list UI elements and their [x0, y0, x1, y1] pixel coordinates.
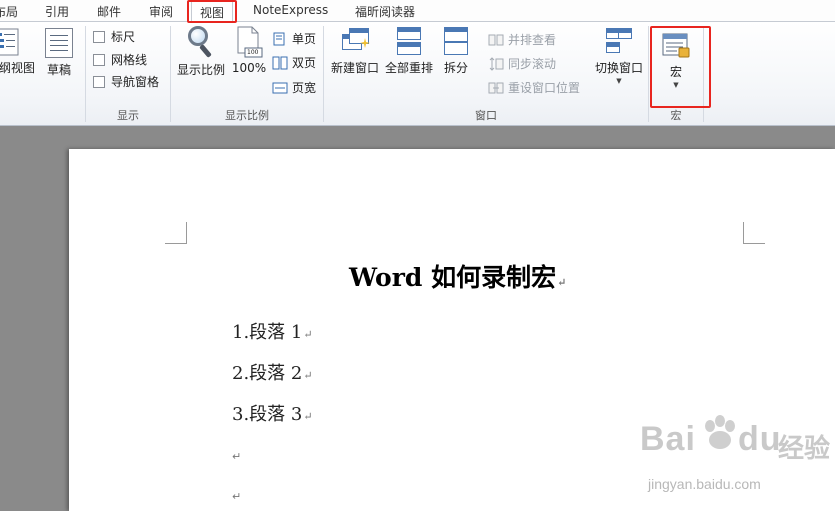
paragraph-text: 3.段落 3 — [232, 404, 303, 425]
tab-noteexpress[interactable]: NoteExpress — [253, 3, 328, 17]
tab-references[interactable]: 引用 — [45, 3, 69, 20]
split-label: 拆分 — [443, 61, 468, 75]
ruler-label: 标尺 — [111, 30, 136, 44]
page-width-label: 页宽 — [292, 81, 317, 95]
dropdown-arrow-icon: ▼ — [616, 77, 622, 85]
navigation-pane-label: 导航窗格 — [111, 75, 160, 89]
macro-icon — [661, 32, 691, 60]
arrange-all-label: 全部重排 — [384, 61, 433, 75]
split-icon — [441, 26, 471, 56]
ribbon: 纲视图 草稿 标尺 网格线 导航窗格 显示 显示比例 100 100% 单页 双… — [0, 22, 835, 126]
zoom-button[interactable]: 显示比例 — [176, 26, 226, 78]
page-width-icon — [272, 81, 288, 95]
navigation-pane-checkbox[interactable]: 导航窗格 — [93, 73, 159, 90]
switch-windows-label: 切换窗口 — [594, 61, 643, 75]
draft-view-button[interactable]: 草稿 — [44, 28, 74, 78]
outline-view-icon — [0, 28, 22, 56]
switch-windows-button[interactable]: 切换窗口 ▼ — [593, 26, 645, 85]
new-window-button[interactable]: 新建窗口 — [329, 26, 381, 76]
paragraph-mark: ↵ — [303, 369, 313, 382]
sync-scroll-label: 同步滚动 — [508, 57, 557, 71]
new-window-icon — [340, 26, 370, 56]
paragraph-2[interactable]: 2.段落 2↵ — [232, 359, 313, 385]
empty-paragraph-mark: ↵ — [232, 490, 242, 503]
percent-icon-text: 100 — [247, 49, 259, 56]
arrange-all-button[interactable]: 全部重排 — [383, 26, 435, 76]
paragraph-mark: ↵ — [557, 276, 567, 289]
zoom-100-button[interactable]: 100 100% — [231, 26, 267, 75]
side-by-side-icon — [488, 33, 504, 47]
reset-position-label: 重设窗口位置 — [508, 81, 581, 95]
gridlines-checkbox[interactable]: 网格线 — [93, 51, 147, 68]
paragraph-3[interactable]: 3.段落 3↵ — [232, 400, 313, 426]
tab-foxit-reader[interactable]: 福昕阅读器 — [355, 3, 415, 20]
paragraph-text: 1.段落 1 — [232, 322, 303, 343]
switch-windows-icon — [604, 26, 634, 56]
outline-view-button[interactable]: 纲视图 — [0, 28, 38, 76]
outline-view-label: 纲视图 — [0, 61, 35, 75]
paragraph-mark: ↵ — [303, 328, 313, 341]
checkbox-box — [93, 75, 105, 88]
paragraph-1[interactable]: 1.段落 1↵ — [232, 318, 313, 344]
magnifier-icon — [186, 26, 216, 58]
ruler-checkbox[interactable]: 标尺 — [93, 28, 135, 45]
reset-window-position-button[interactable]: 重设窗口位置 — [488, 79, 580, 96]
margin-corner-top-right — [743, 222, 765, 244]
checkbox-box — [93, 30, 105, 43]
two-pages-label: 双页 — [292, 56, 317, 70]
tab-view[interactable]: 视图 — [191, 0, 233, 23]
split-button[interactable]: 拆分 — [441, 26, 471, 76]
one-page-label: 单页 — [292, 32, 317, 46]
macros-button[interactable]: 宏 ▼ — [656, 32, 696, 89]
reset-position-icon — [488, 81, 504, 95]
new-window-label: 新建窗口 — [330, 61, 379, 75]
paragraph-text: 2.段落 2 — [232, 363, 303, 384]
macros-group-label: 宏 — [670, 109, 682, 122]
zoom-100-label: 100% — [231, 61, 267, 75]
sync-scroll-button[interactable]: 同步滚动 — [488, 55, 556, 72]
side-by-side-label: 并排查看 — [508, 33, 557, 47]
document-page[interactable] — [69, 149, 835, 511]
empty-paragraph-mark: ↵ — [232, 450, 242, 463]
document-title[interactable]: Word 如何录制宏↵ — [349, 258, 566, 294]
show-group-label: 显示 — [117, 109, 139, 122]
gridlines-label: 网格线 — [111, 53, 148, 67]
tab-review[interactable]: 审阅 — [149, 3, 173, 20]
tab-layout[interactable]: 布局 — [0, 3, 18, 20]
one-page-icon — [272, 32, 288, 46]
page-width-button[interactable]: 页宽 — [272, 79, 316, 96]
zoom-label: 显示比例 — [176, 63, 225, 77]
macros-label: 宏 — [669, 65, 682, 79]
paragraph-mark: ↵ — [303, 410, 313, 423]
ribbon-tabs: 布局 引用 邮件 审阅 视图 NoteExpress 福昕阅读器 — [0, 0, 835, 23]
separator — [703, 26, 704, 122]
checkbox-box — [93, 53, 105, 66]
tab-mailings[interactable]: 邮件 — [97, 3, 121, 20]
zoom-group-label: 显示比例 — [225, 109, 269, 122]
two-pages-icon — [272, 56, 288, 70]
sync-scroll-icon — [488, 56, 504, 71]
document-title-text: Word 如何录制宏 — [349, 263, 557, 292]
two-pages-button[interactable]: 双页 — [272, 54, 316, 71]
margin-corner-top-left — [165, 222, 187, 244]
dropdown-arrow-icon: ▼ — [673, 81, 679, 89]
page-100-icon: 100 — [235, 26, 263, 58]
arrange-all-icon — [394, 26, 424, 56]
side-by-side-button[interactable]: 并排查看 — [488, 31, 556, 48]
draft-view-label: 草稿 — [46, 63, 71, 77]
window-group-label: 窗口 — [475, 109, 497, 122]
draft-icon — [45, 28, 73, 58]
one-page-button[interactable]: 单页 — [272, 30, 316, 47]
